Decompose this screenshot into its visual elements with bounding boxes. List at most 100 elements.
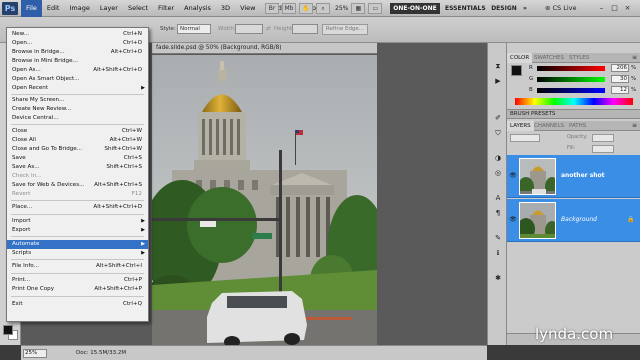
- height-field[interactable]: [292, 24, 318, 34]
- panel-menu-icon[interactable]: ≡: [632, 121, 637, 131]
- tab-swatches[interactable]: SWATCHES: [531, 53, 567, 63]
- foreground-color-swatch[interactable]: [3, 325, 13, 335]
- menu-item-open[interactable]: Open... Ctrl+O: [7, 39, 148, 48]
- tab-styles[interactable]: STYLES: [566, 53, 592, 63]
- menu-item-exit[interactable]: Exit Ctrl+Q: [7, 300, 148, 309]
- zoom-tool-icon[interactable]: ⌕: [316, 3, 330, 14]
- paragraph-panel-icon[interactable]: ¶: [493, 208, 503, 218]
- layer-name[interactable]: Background: [561, 216, 597, 223]
- document-size[interactable]: Doc: 15.5M/33.2M: [76, 349, 126, 358]
- workspace-more-button[interactable]: »: [520, 3, 530, 14]
- character-panel-icon[interactable]: A: [493, 193, 503, 203]
- menu-item-browse-in-mini-bridge[interactable]: Browse in Mini Bridge...: [7, 57, 148, 66]
- screen-mode-icon[interactable]: ▭: [368, 3, 383, 14]
- menu-view[interactable]: View: [235, 0, 260, 17]
- style-select[interactable]: Normal: [177, 24, 211, 34]
- tab-layers[interactable]: LAYERS: [507, 121, 534, 131]
- maximize-button[interactable]: □: [609, 3, 620, 13]
- masks-panel-icon[interactable]: ◎: [493, 168, 503, 178]
- menu-item-open-recent[interactable]: Open Recent ▶: [7, 84, 148, 93]
- document-tab[interactable]: fade.slide.psd @ 50% (Background, RGB/8): [152, 43, 377, 54]
- menu-item-save-for-web[interactable]: Save for Web & Devices... Alt+Shift+Ctrl+…: [7, 181, 148, 190]
- menu-item-open-as-smart-object[interactable]: Open As Smart Object...: [7, 75, 148, 84]
- menu-item-revert[interactable]: Revert F12: [7, 190, 148, 199]
- blue-slider[interactable]: [537, 88, 605, 93]
- history-panel-icon[interactable]: ⧗: [493, 61, 503, 71]
- layer-name[interactable]: another shot: [561, 172, 605, 179]
- close-window-button[interactable]: ×: [622, 3, 633, 13]
- color-foreground-swatch[interactable]: [511, 65, 522, 76]
- swap-dimensions-icon[interactable]: ⇄: [266, 26, 271, 32]
- navigator-panel-icon[interactable]: ✱: [493, 273, 503, 283]
- menu-item-print[interactable]: Print... Ctrl+P: [7, 276, 148, 285]
- clone-source-icon[interactable]: ⛉: [493, 128, 503, 138]
- panel-menu-icon[interactable]: ≡: [632, 53, 637, 63]
- brush-presets-panel[interactable]: BRUSH PRESETS: [507, 109, 640, 119]
- adjustments-panel-icon[interactable]: ◑: [493, 153, 503, 163]
- tab-color[interactable]: COLOR: [507, 53, 533, 63]
- info-panel-icon[interactable]: ℹ: [493, 248, 503, 258]
- minimize-button[interactable]: –: [596, 3, 607, 13]
- fill-field[interactable]: [592, 145, 614, 153]
- refine-edge-button[interactable]: Refine Edge...: [322, 24, 368, 35]
- menu-item-print-one-copy[interactable]: Print One Copy Alt+Shift+Ctrl+P: [7, 285, 148, 294]
- tool-presets-icon[interactable]: ✎: [493, 233, 503, 243]
- menu-item-scripts[interactable]: Scripts ▶: [7, 249, 148, 258]
- menu-item-save[interactable]: Save Ctrl+S: [7, 154, 148, 163]
- menu-item-import[interactable]: Import ▶: [7, 217, 148, 226]
- menu-item-open-as[interactable]: Open As... Alt+Shift+Ctrl+O: [7, 66, 148, 75]
- menu-item-share-my-screen[interactable]: Share My Screen...: [7, 96, 148, 105]
- menu-item-close[interactable]: Close Ctrl+W: [7, 127, 148, 136]
- layer-row-background[interactable]: 👁 Background 🔒: [507, 199, 640, 242]
- cs-live-button[interactable]: ⊛ CS Live: [545, 3, 577, 14]
- tab-channels[interactable]: CHANNELS: [531, 121, 567, 131]
- document-photo[interactable]: [152, 55, 377, 345]
- menu-file[interactable]: File: [21, 0, 42, 17]
- right-panels: COLOR SWATCHES STYLES ≡ R 206 % G 30 % B…: [507, 43, 640, 345]
- visibility-eye-icon[interactable]: 👁: [509, 216, 517, 224]
- blue-value-field[interactable]: 12: [611, 86, 629, 94]
- green-slider[interactable]: [537, 77, 605, 82]
- menu-item-file-info[interactable]: File Info... Alt+Shift+Ctrl+I: [7, 262, 148, 271]
- menu-item-save-as[interactable]: Save As... Shift+Ctrl+S: [7, 163, 148, 172]
- menu-3d[interactable]: 3D: [216, 0, 235, 17]
- hand-icon[interactable]: ✋: [299, 3, 313, 14]
- red-slider[interactable]: [537, 66, 605, 71]
- menu-item-new[interactable]: New... Ctrl+N: [7, 30, 148, 39]
- menu-item-close-all[interactable]: Close All Alt+Ctrl+W: [7, 136, 148, 145]
- menu-filter[interactable]: Filter: [153, 0, 179, 17]
- menu-item-place[interactable]: Place... Alt+Shift+Ctrl+D: [7, 203, 148, 212]
- workspace-design[interactable]: DESIGN: [490, 3, 518, 14]
- blend-mode-select[interactable]: [510, 134, 540, 142]
- green-value-field[interactable]: 30: [611, 75, 629, 83]
- brush-panel-icon[interactable]: ✐: [493, 113, 503, 123]
- actions-panel-icon[interactable]: ▶: [493, 76, 503, 86]
- width-field[interactable]: [235, 24, 263, 34]
- menu-edit[interactable]: Edit: [42, 0, 65, 17]
- color-spectrum-bar[interactable]: [515, 98, 633, 105]
- workspace-one-on-one[interactable]: ONE-ON-ONE: [390, 3, 440, 14]
- red-value-field[interactable]: 206: [611, 64, 629, 72]
- menu-select[interactable]: Select: [123, 0, 153, 17]
- menu-item-check-in[interactable]: Check In...: [7, 172, 148, 181]
- menu-analysis[interactable]: Analysis: [179, 0, 216, 17]
- menu-item-create-new-review[interactable]: Create New Review...: [7, 105, 148, 114]
- bridge-icon[interactable]: Br: [265, 3, 279, 14]
- zoom-level[interactable]: 25%: [335, 3, 348, 14]
- zoom-field[interactable]: 25%: [23, 349, 47, 358]
- menu-item-device-central[interactable]: Device Central...: [7, 114, 148, 123]
- menu-item-browse-in-bridge[interactable]: Browse in Bridge... Alt+Ctrl+O: [7, 48, 148, 57]
- arrange-docs-icon[interactable]: ▦: [351, 3, 366, 14]
- opacity-field[interactable]: [592, 134, 614, 142]
- menu-layer[interactable]: Layer: [95, 0, 123, 17]
- workspace-essentials[interactable]: ESSENTIALS: [445, 3, 486, 14]
- mini-bridge-icon[interactable]: Mb: [282, 3, 296, 14]
- layer-row-another-shot[interactable]: 👁 another shot: [507, 155, 640, 198]
- menu-item-export[interactable]: Export ▶: [7, 226, 148, 235]
- tab-paths[interactable]: PATHS: [566, 121, 589, 131]
- menu-item-close-and-go-to-bridge[interactable]: Close and Go To Bridge... Shift+Ctrl+W: [7, 145, 148, 154]
- lock-icons[interactable]: [510, 145, 550, 151]
- visibility-eye-icon[interactable]: 👁: [509, 172, 517, 180]
- menu-image[interactable]: Image: [64, 0, 94, 17]
- menu-item-automate[interactable]: Automate ▶: [7, 240, 148, 249]
